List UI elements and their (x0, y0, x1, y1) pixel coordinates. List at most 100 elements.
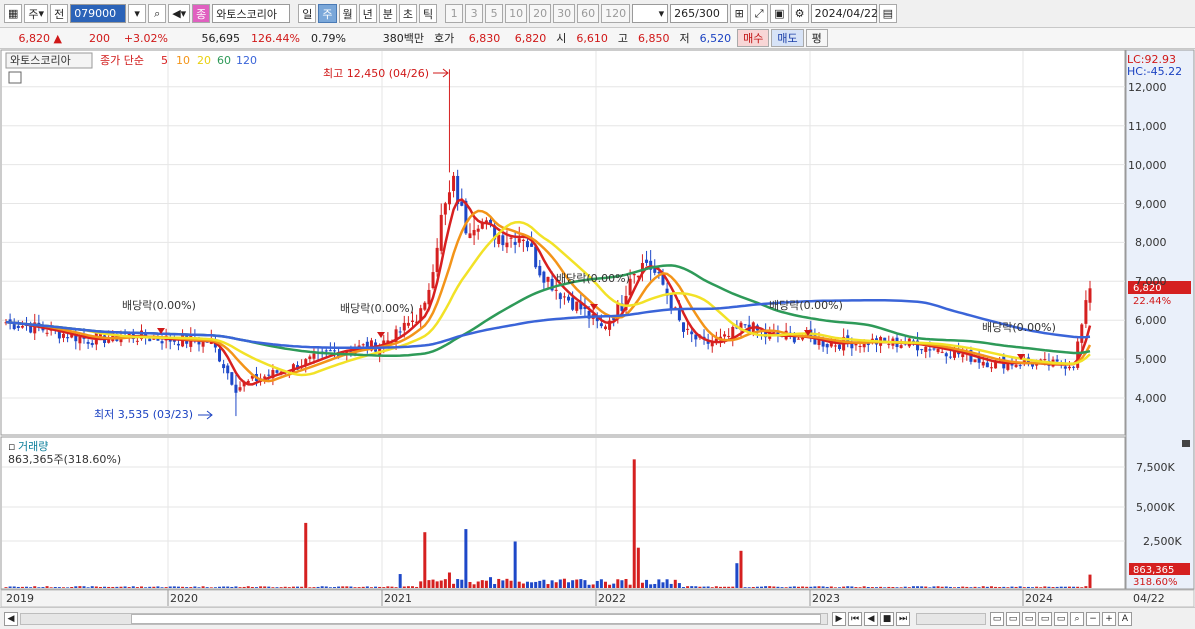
volume-bar (661, 582, 665, 588)
speaker-icon[interactable]: ◀▾ (168, 4, 191, 23)
volume-bar (616, 579, 620, 588)
volume-bar (49, 587, 53, 588)
candle-body (682, 322, 685, 332)
period-year[interactable]: 년 (358, 4, 377, 23)
volume-bar (620, 580, 624, 588)
volume-bar (1059, 586, 1063, 588)
volume-bar (866, 586, 870, 588)
interval-3[interactable]: 3 (465, 4, 484, 23)
candle-body (1072, 366, 1076, 368)
volume-bar (1043, 586, 1047, 588)
count-input[interactable]: 265/300 (670, 4, 729, 23)
volume-bar (271, 587, 275, 588)
interval-1[interactable]: 1 (445, 4, 464, 23)
volume-bar (361, 586, 365, 588)
volume-bar (653, 583, 657, 588)
volume-panel-close-icon[interactable] (1182, 440, 1190, 447)
period-month[interactable]: 월 (338, 4, 357, 23)
period-week[interactable]: 주 (318, 4, 337, 23)
interval-20[interactable]: 20 (529, 4, 552, 23)
candle-body (645, 259, 649, 263)
zoom-in-icon[interactable]: + (1102, 611, 1116, 626)
layout-4-icon[interactable]: ▭ (1038, 611, 1052, 626)
font-size-icon[interactable]: A (1118, 611, 1132, 626)
period-tick[interactable]: 틱 (419, 4, 438, 23)
stop-icon[interactable]: ■ (880, 611, 894, 626)
stock-code-input[interactable]: 079000 (70, 4, 127, 23)
first-icon[interactable]: ⏮ (848, 611, 862, 626)
volume-bar (398, 574, 402, 588)
scroll-left-icon[interactable]: ◀ (4, 611, 18, 626)
scroll-right-icon[interactable]: ▶ (832, 611, 846, 626)
horizontal-scrollbar[interactable] (20, 612, 828, 625)
volume-bar (846, 586, 850, 588)
interval-custom-input[interactable]: ▾ (632, 4, 669, 23)
candle-body (887, 343, 891, 345)
zoom-out-icon[interactable]: − (1086, 611, 1100, 626)
layout-2-icon[interactable]: ▭ (1006, 611, 1020, 626)
draw-tool-icon[interactable]: ⤢ (750, 4, 769, 23)
candle-body (677, 309, 681, 321)
candle-body (1055, 359, 1059, 362)
eval-button[interactable]: 평 (805, 29, 828, 47)
volume-bar (608, 584, 612, 588)
candle-body (825, 343, 829, 348)
volume-bar (443, 579, 447, 588)
search-icon[interactable]: ⌕ (148, 4, 167, 23)
prev-button[interactable]: 전 (50, 4, 69, 23)
volume-bar (936, 586, 940, 588)
candle-body (1018, 365, 1022, 367)
volume-bar (583, 580, 587, 588)
candle-body (542, 271, 546, 283)
candle-body (944, 353, 948, 357)
volume-bar (41, 587, 45, 588)
interval-120[interactable]: 120 (601, 4, 631, 23)
volume-bar (144, 587, 148, 588)
volume-bar (665, 579, 669, 588)
layout-icon[interactable]: ▭ (990, 611, 1004, 626)
layout-3-icon[interactable]: ▭ (1022, 611, 1036, 626)
period-minute[interactable]: 분 (378, 4, 397, 23)
volume-bar (365, 586, 369, 588)
mode-select[interactable]: 주 ▾ (24, 4, 49, 23)
interval-60[interactable]: 60 (577, 4, 600, 23)
date-input[interactable]: 2024/04/22 (810, 4, 878, 23)
volume-bar (164, 587, 168, 588)
candle-body (940, 351, 944, 353)
volume-bar (755, 586, 759, 588)
volume-bar (394, 587, 398, 588)
period-day[interactable]: 일 (298, 4, 317, 23)
calendar-icon[interactable]: ▤ (878, 4, 897, 23)
interval-10[interactable]: 10 (505, 4, 528, 23)
candle-body (78, 336, 82, 344)
interval-30[interactable]: 30 (553, 4, 576, 23)
prev-page-icon[interactable]: ◀ (864, 611, 878, 626)
candle-icon[interactable]: ⊞ (730, 4, 749, 23)
code-dropdown-icon[interactable]: ▾ (128, 4, 147, 23)
candle-body (45, 332, 49, 334)
candle-body (599, 323, 603, 327)
layout-5-icon[interactable]: ▭ (1054, 611, 1068, 626)
buy-button[interactable]: 매수 (737, 29, 770, 47)
period-second[interactable]: 초 (398, 4, 418, 23)
volume-bar (1063, 586, 1067, 588)
sell-button[interactable]: 매도 (771, 29, 804, 47)
zoom-slider[interactable] (916, 612, 986, 625)
candle-body (176, 343, 180, 346)
candle-body (690, 331, 694, 335)
volume-bar (645, 579, 649, 588)
scrollbar-thumb[interactable] (131, 613, 821, 624)
next-page-icon[interactable]: ⏭ (896, 611, 910, 626)
volume-bar (452, 583, 456, 588)
interval-5[interactable]: 5 (485, 4, 504, 23)
chart-menu-icon[interactable]: ▦ (4, 4, 23, 23)
volume-bar (86, 587, 90, 588)
volume-bar (337, 586, 341, 588)
save-icon[interactable]: ▣ (770, 4, 789, 23)
gear-icon[interactable]: ⚙ (790, 4, 809, 23)
grid-toggle-icon[interactable] (8, 71, 22, 84)
volume-bar (809, 586, 813, 588)
volume-bar (735, 563, 739, 588)
stock-chart[interactable]: 와토스코리아 종가 단순 5 10 20 60 120 LC:92.93 HC:… (0, 49, 1195, 607)
zoom-icon[interactable]: ⌕ (1070, 611, 1084, 626)
